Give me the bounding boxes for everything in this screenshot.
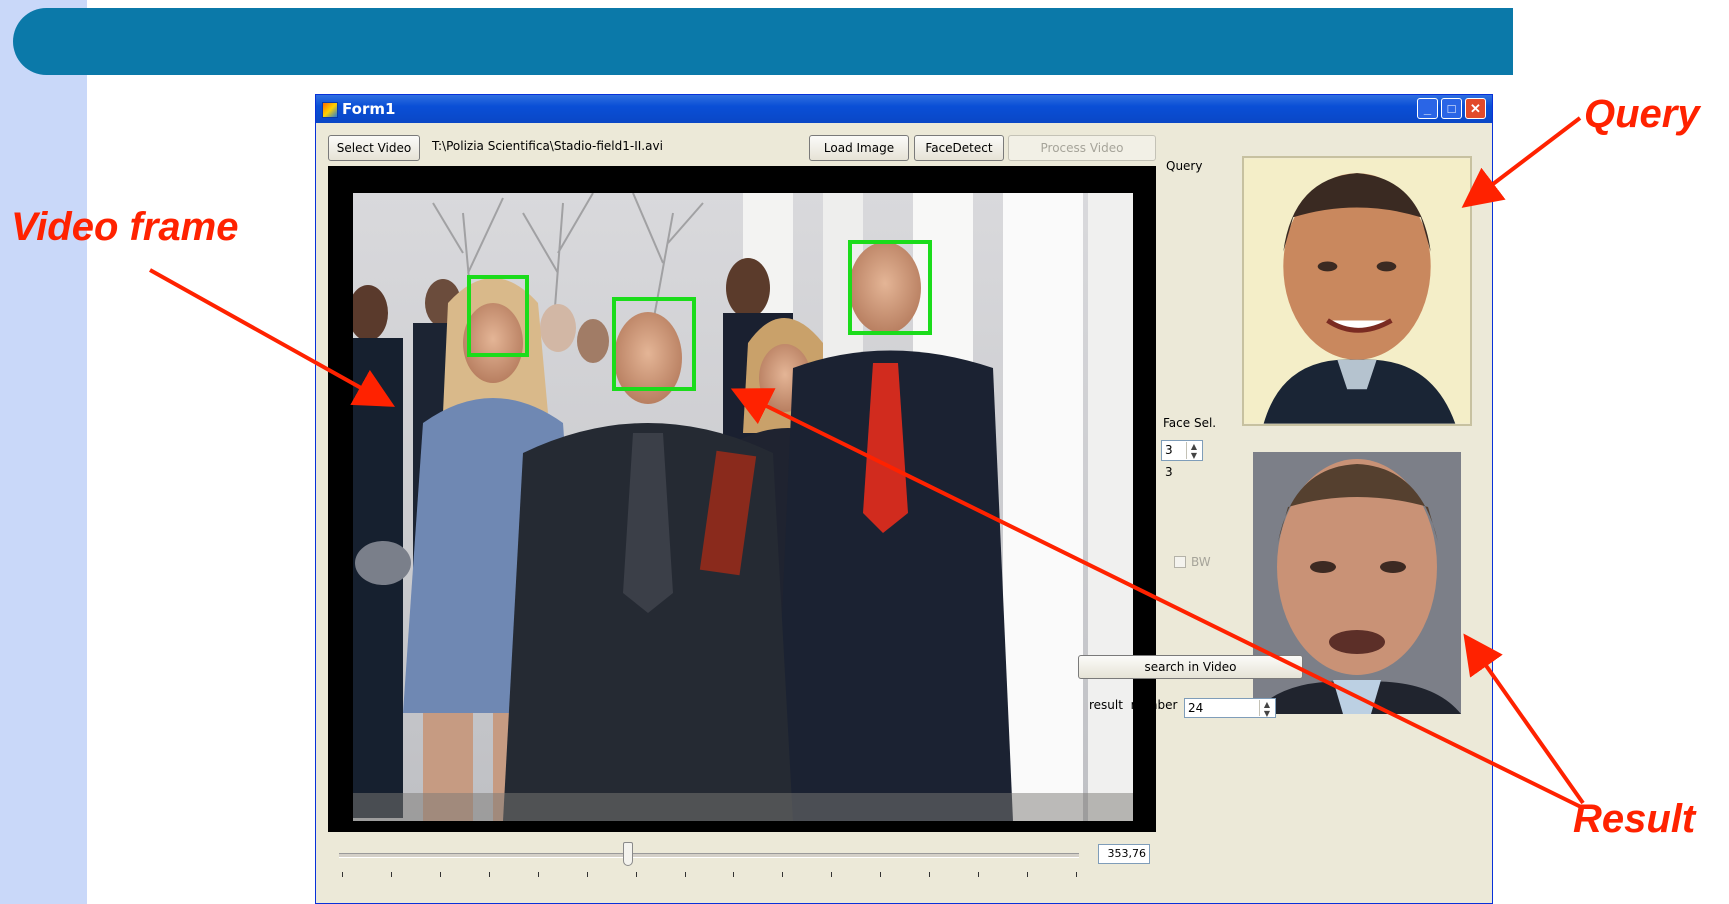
- slider-tick: [1076, 872, 1077, 877]
- load-image-button[interactable]: Load Image: [809, 135, 909, 161]
- top-decor-band: [13, 8, 1513, 75]
- result-number-spinner[interactable]: 24 ▲ ▼: [1184, 698, 1276, 718]
- query-image: [1242, 156, 1472, 426]
- bw-checkbox[interactable]: [1174, 556, 1186, 568]
- face-sel-spinner[interactable]: 3 ▲ ▼: [1161, 440, 1203, 461]
- face-sel-value: 3: [1165, 443, 1173, 457]
- close-button[interactable]: ✕: [1465, 98, 1486, 119]
- slider-tick: [1027, 872, 1029, 877]
- spinner-arrows-icon[interactable]: ▲ ▼: [1186, 442, 1201, 460]
- slider-tick: [342, 872, 343, 877]
- window-title: Form1: [342, 100, 396, 118]
- search-in-video-button[interactable]: search in Video: [1078, 655, 1303, 679]
- annotation-result: Result: [1573, 797, 1696, 841]
- slider-tick: [586, 872, 588, 877]
- slider-tick: [488, 872, 490, 877]
- bw-label: BW: [1191, 555, 1211, 569]
- process-video-button[interactable]: Process Video: [1008, 135, 1156, 161]
- result-number-value: 24: [1188, 701, 1204, 715]
- left-decor-band: [0, 0, 87, 904]
- annotation-query: Query: [1584, 92, 1700, 136]
- query-label: Query: [1166, 159, 1203, 173]
- slider-tick: [439, 872, 441, 877]
- file-path-label: T:\Polizia Scientifica\Stadio-field1-II.…: [432, 139, 663, 153]
- slider-tick: [880, 872, 882, 877]
- face-sel-readout: 3: [1165, 465, 1173, 479]
- slider-tick: [635, 872, 637, 877]
- app-icon: [322, 102, 338, 118]
- slider-tick: [929, 872, 931, 877]
- maximize-button[interactable]: □: [1441, 98, 1462, 119]
- select-video-button[interactable]: Select Video: [328, 135, 420, 161]
- minimize-button[interactable]: _: [1417, 98, 1438, 119]
- slider-tick: [390, 872, 392, 877]
- face-box-1: [467, 275, 529, 357]
- title-bar[interactable]: Form1 _ □ ✕: [316, 95, 1492, 123]
- app-window: Form1 _ □ ✕ Select Video T:\Polizia Scie…: [315, 94, 1493, 904]
- slider-tick: [978, 872, 980, 877]
- result-number-label: result number: [1089, 698, 1178, 712]
- slider-tick: [782, 872, 784, 877]
- frame-position-value: 353,76: [1098, 844, 1150, 864]
- slider-tick: [733, 872, 735, 877]
- video-slider-thumb[interactable]: [622, 842, 633, 866]
- face-box-2: [612, 297, 696, 391]
- annotation-video-frame: Video frame: [11, 205, 239, 249]
- face-detect-button[interactable]: FaceDetect: [914, 135, 1004, 161]
- video-slider-track[interactable]: [339, 853, 1079, 858]
- spinner-arrows-icon[interactable]: ▲ ▼: [1259, 700, 1274, 718]
- slider-tick: [684, 872, 686, 877]
- face-box-3: [848, 240, 932, 335]
- slider-tick: [537, 872, 539, 877]
- face-sel-label: Face Sel.: [1163, 416, 1217, 430]
- slider-tick: [831, 872, 833, 877]
